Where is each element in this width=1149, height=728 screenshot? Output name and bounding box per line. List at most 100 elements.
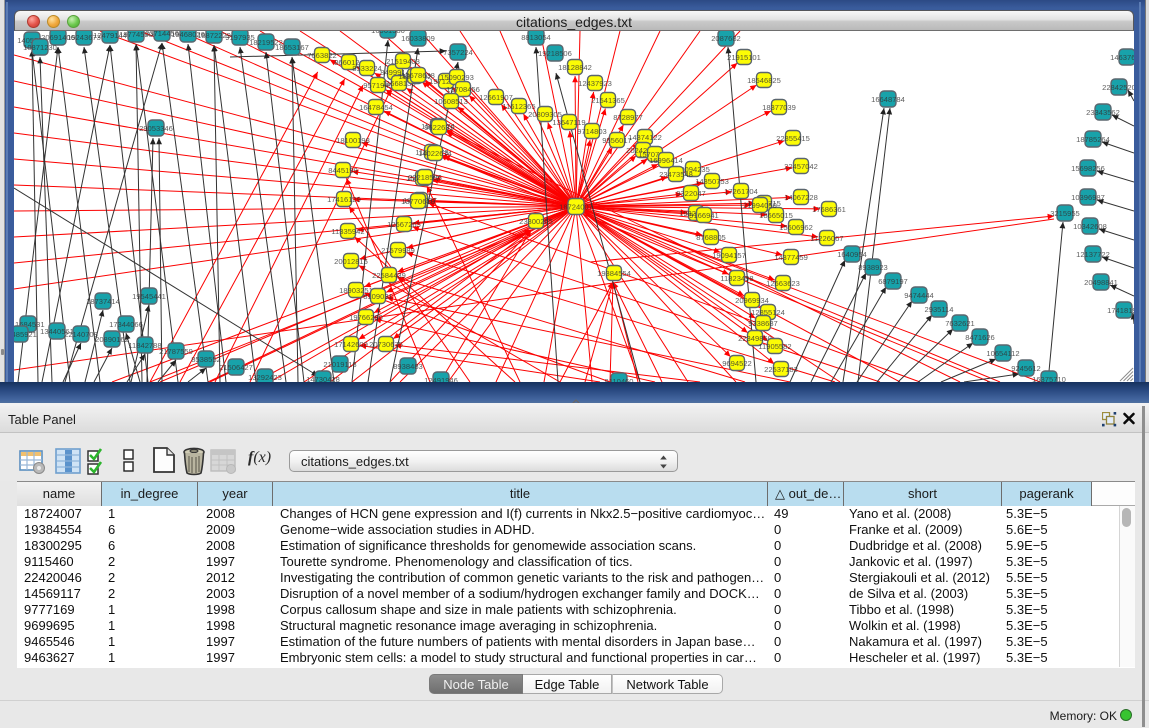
svg-text:10608513: 10608513	[434, 97, 468, 106]
svg-text:15698256: 15698256	[1071, 164, 1105, 173]
svg-text:9474444: 9474444	[904, 291, 934, 300]
svg-text:12137722: 12137722	[1076, 250, 1110, 259]
svg-text:9694522: 9694522	[722, 359, 752, 368]
svg-text:15606962: 15606962	[779, 223, 813, 232]
svg-text:16033809: 16033809	[401, 34, 435, 43]
svg-text:19485921: 19485921	[14, 330, 37, 339]
svg-text:22218596: 22218596	[408, 173, 442, 182]
svg-text:18377039: 18377039	[762, 103, 796, 112]
svg-text:20969934: 20969934	[735, 296, 769, 305]
svg-text:12661907: 12661907	[479, 93, 513, 102]
svg-text:6879197: 6879197	[878, 277, 908, 286]
svg-text:3215955: 3215955	[1050, 209, 1080, 218]
svg-text:8109031: 8109031	[363, 292, 393, 301]
svg-text:23343562: 23343562	[1086, 108, 1120, 117]
svg-text:8938923: 8938923	[858, 263, 888, 272]
svg-text:22842520: 22842520	[1102, 83, 1134, 92]
svg-text:9622631: 9622631	[424, 123, 454, 132]
svg-text:16478454: 16478454	[359, 103, 393, 112]
svg-text:8445199: 8445199	[328, 166, 358, 175]
svg-text:18724007: 18724007	[559, 203, 593, 212]
svg-text:2935114: 2935114	[925, 305, 954, 314]
svg-text:23473548: 23473548	[659, 170, 693, 179]
svg-text:16996414: 16996414	[649, 156, 683, 165]
svg-text:12667265: 12667265	[387, 220, 421, 229]
svg-text:21787559: 21787559	[159, 347, 193, 356]
svg-text:13770619: 13770619	[401, 197, 435, 206]
svg-text:10396987: 10396987	[1071, 193, 1105, 202]
svg-text:21519403: 21519403	[386, 57, 420, 66]
svg-text:16961380: 16961380	[371, 31, 405, 35]
svg-text:18737414: 18737414	[86, 297, 120, 306]
svg-text:20498841: 20498841	[1084, 278, 1118, 287]
svg-text:2087682: 2087682	[711, 34, 741, 43]
svg-text:8538552: 8538552	[191, 355, 221, 364]
svg-text:13292423: 13292423	[248, 373, 282, 382]
svg-text:14022674: 14022674	[418, 149, 452, 158]
svg-text:18785264: 18785264	[1076, 135, 1110, 144]
svg-text:8813054: 8813054	[521, 33, 551, 42]
svg-text:19094157: 19094157	[712, 251, 746, 260]
svg-text:8938483: 8938483	[393, 362, 423, 371]
svg-text:22584439: 22584439	[372, 271, 406, 280]
svg-text:8728977: 8728977	[613, 113, 643, 122]
svg-text:19218506: 19218506	[538, 49, 572, 58]
svg-text:17416129: 17416129	[327, 195, 361, 204]
svg-text:7663822: 7663822	[307, 51, 337, 60]
svg-text:11905582: 11905582	[758, 342, 791, 351]
svg-text:8533224: 8533224	[352, 64, 382, 73]
svg-text:9714803: 9714803	[577, 127, 607, 136]
svg-text:11823498: 11823498	[720, 274, 753, 283]
svg-text:9166941: 9166941	[689, 211, 719, 220]
svg-text:11226067: 11226067	[810, 234, 843, 243]
svg-text:17686361: 17686361	[812, 205, 846, 214]
svg-text:1640954: 1640954	[837, 250, 867, 259]
svg-text:11335942: 11335942	[331, 227, 364, 236]
svg-text:8471626: 8471626	[965, 333, 995, 342]
svg-text:18546825: 18546825	[747, 76, 781, 85]
svg-text:22457042: 22457042	[784, 162, 818, 171]
svg-text:10654112: 10654112	[986, 349, 1019, 358]
svg-text:21579989: 21579989	[381, 246, 415, 255]
svg-text:22537183: 22537183	[764, 365, 798, 374]
svg-text:14377459: 14377459	[774, 253, 808, 262]
svg-text:19384554: 19384554	[597, 269, 631, 278]
svg-text:22855415: 22855415	[776, 134, 810, 143]
svg-text:14374122: 14374122	[628, 133, 662, 142]
svg-text:12437923: 12437923	[578, 79, 612, 88]
svg-text:7632621: 7632621	[945, 319, 975, 328]
svg-text:17418194: 17418194	[1107, 306, 1134, 315]
svg-text:21506427: 21506427	[219, 363, 253, 372]
svg-text:8768805: 8768805	[696, 233, 726, 242]
svg-text:11842788: 11842788	[128, 341, 161, 350]
svg-text:19545441: 19545441	[132, 292, 166, 301]
svg-text:16648784: 16648784	[871, 95, 905, 104]
svg-text:12663623: 12663623	[766, 279, 800, 288]
svg-text:15090293: 15090293	[440, 73, 474, 82]
svg-text:17142600: 17142600	[334, 340, 368, 349]
svg-text:14067228: 14067228	[784, 193, 818, 202]
svg-text:21019118: 21019118	[323, 360, 356, 369]
svg-text:7357224: 7357224	[443, 48, 473, 57]
svg-text:21994050: 21994050	[743, 201, 777, 210]
svg-text:19766280: 19766280	[349, 313, 383, 322]
svg-text:9245612: 9245612	[1011, 364, 1041, 373]
svg-text:18128842: 18128842	[558, 63, 592, 72]
svg-text:21915101: 21915101	[727, 53, 761, 62]
svg-text:18100198: 18100198	[336, 136, 370, 145]
svg-text:9322047: 9322047	[676, 189, 706, 198]
svg-text:16375710: 16375710	[1032, 375, 1066, 382]
svg-text:17261704: 17261704	[724, 187, 758, 196]
svg-text:14730428: 14730428	[306, 375, 340, 382]
svg-text:20890162: 20890162	[95, 335, 129, 344]
svg-text:14637601: 14637601	[1110, 53, 1134, 62]
svg-text:20012815: 20012815	[334, 257, 368, 266]
svg-text:18653167: 18653167	[275, 43, 309, 52]
svg-text:10342608: 10342608	[1073, 222, 1107, 231]
svg-text:10871230: 10871230	[23, 43, 57, 52]
svg-text:20730675: 20730675	[369, 340, 403, 349]
svg-text:13647119: 13647119	[552, 118, 585, 127]
svg-text:21541365: 21541365	[591, 96, 625, 105]
svg-text:17344066: 17344066	[109, 320, 143, 329]
svg-text:29053346: 29053346	[139, 124, 173, 133]
